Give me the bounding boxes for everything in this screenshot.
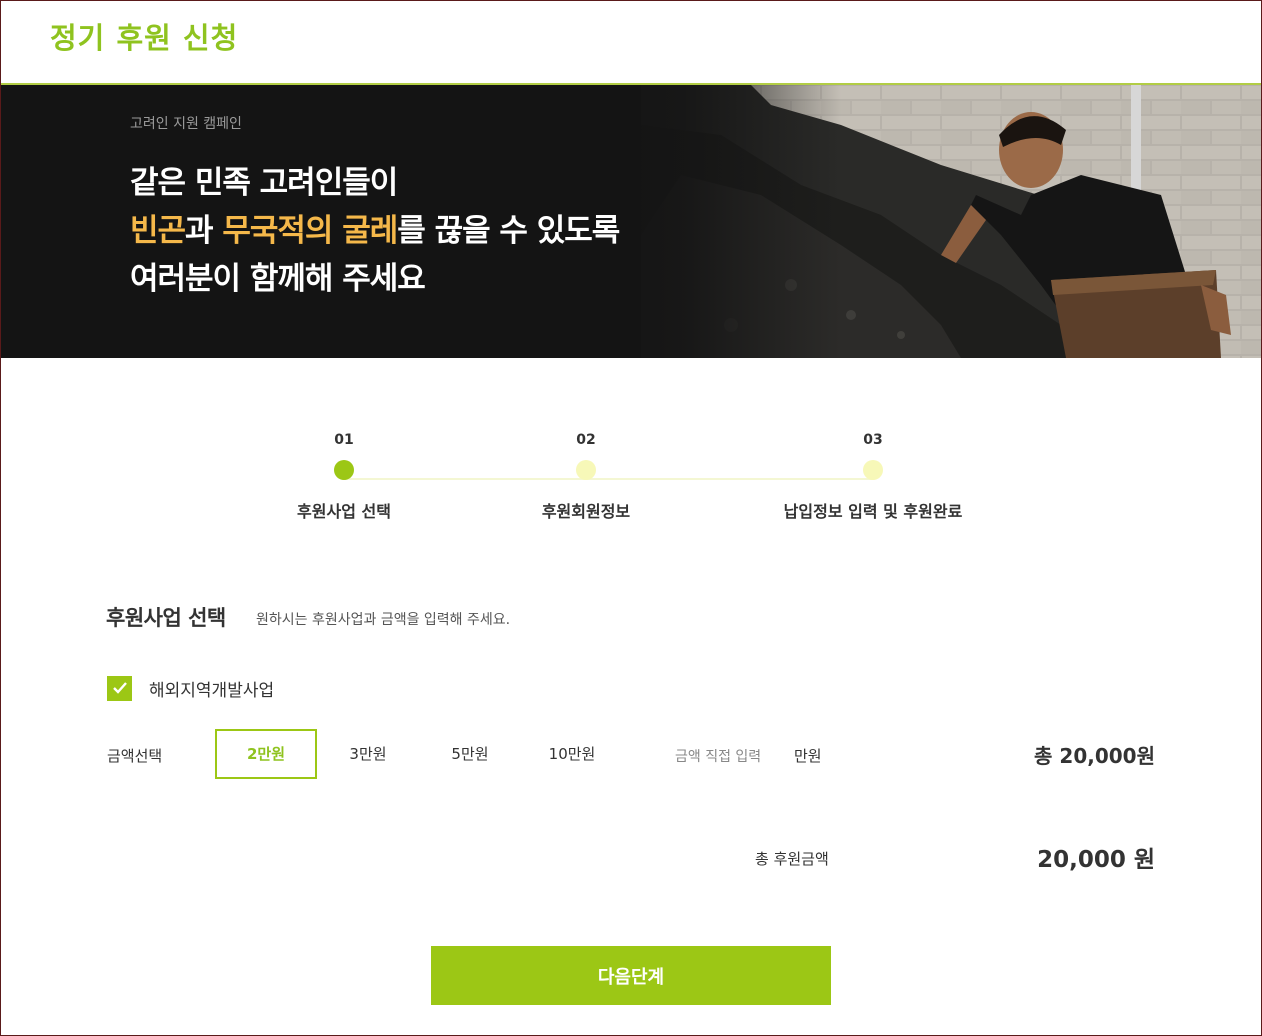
total-value: 20,000 원 (1037, 847, 1155, 873)
banner-fade-overlay (601, 85, 841, 358)
step-number: 02 (576, 432, 596, 448)
amount-option-20000[interactable]: 2만원 (215, 729, 317, 779)
step-label: 후원회원정보 (541, 502, 631, 521)
step-dot (863, 460, 883, 480)
headline-highlight-poverty: 빈곤 (130, 213, 186, 249)
step-dot-active (334, 460, 354, 480)
project-checkbox[interactable] (107, 675, 132, 701)
step-number: 03 (863, 432, 883, 448)
amount-option-50000[interactable]: 5만원 (419, 729, 521, 779)
amount-label: 금액선택 (107, 747, 163, 765)
page-title: 정기 후원 신청 (50, 21, 239, 55)
total-row: 총 후원금액 20,000 원 (0, 840, 1262, 880)
section-description: 원하시는 후원사업과 금액을 입력해 주세요. (256, 612, 511, 628)
banner-headline: 같은 민족 고려인들이 빈곤과 무국적의 굴레를 끊을 수 있도록 여러분이 함… (130, 159, 620, 303)
headline-highlight-statelessness: 무국적의 굴레 (222, 213, 398, 249)
amount-option-100000[interactable]: 10만원 (521, 729, 623, 779)
step-dot (576, 460, 596, 480)
step-label: 후원사업 선택 (297, 502, 391, 521)
step-number: 01 (334, 432, 354, 448)
page-header: 정기 후원 신청 (1, 1, 1261, 85)
next-step-button[interactable]: 다음단계 (431, 946, 831, 1005)
amount-option-30000[interactable]: 3만원 (317, 729, 419, 779)
section-title: 후원사업 선택 (106, 606, 226, 630)
amount-selection-row: 금액선택 2만원 3만원 5만원 10만원 금액 직접 입력 만원 총 20,0… (0, 729, 1262, 781)
campaign-tag: 고려인 지원 캠페인 (130, 116, 242, 132)
direct-amount-input[interactable] (674, 739, 790, 771)
step-label: 납입정보 입력 및 후원완료 (783, 502, 963, 521)
line-total: 총 20,000원 (1034, 744, 1155, 768)
total-label: 총 후원금액 (755, 850, 829, 868)
headline-connector: 과 (185, 213, 223, 249)
step-3: 03 납입정보 입력 및 후원완료 (753, 430, 993, 522)
step-1: 01 후원사업 선택 (224, 430, 464, 522)
check-icon (112, 682, 127, 694)
project-label: 해외지역개발사업 (149, 680, 275, 701)
headline-line-2-rest: 를 끊을 수 있도록 (397, 213, 620, 249)
progress-stepper: 01 후원사업 선택 02 후원회원정보 03 납입정보 입력 및 후원완료 (0, 430, 1262, 540)
headline-line-1: 같은 민족 고려인들이 (130, 165, 398, 201)
direct-amount-unit: 만원 (794, 747, 822, 765)
step-2: 02 후원회원정보 (466, 430, 706, 522)
campaign-banner: 고려인 지원 캠페인 같은 민족 고려인들이 빈곤과 무국적의 굴레를 끊을 수… (1, 85, 1261, 358)
project-checkbox-row[interactable]: 해외지역개발사업 (107, 675, 274, 701)
headline-line-3: 여러분이 함께해 주세요 (130, 261, 426, 297)
